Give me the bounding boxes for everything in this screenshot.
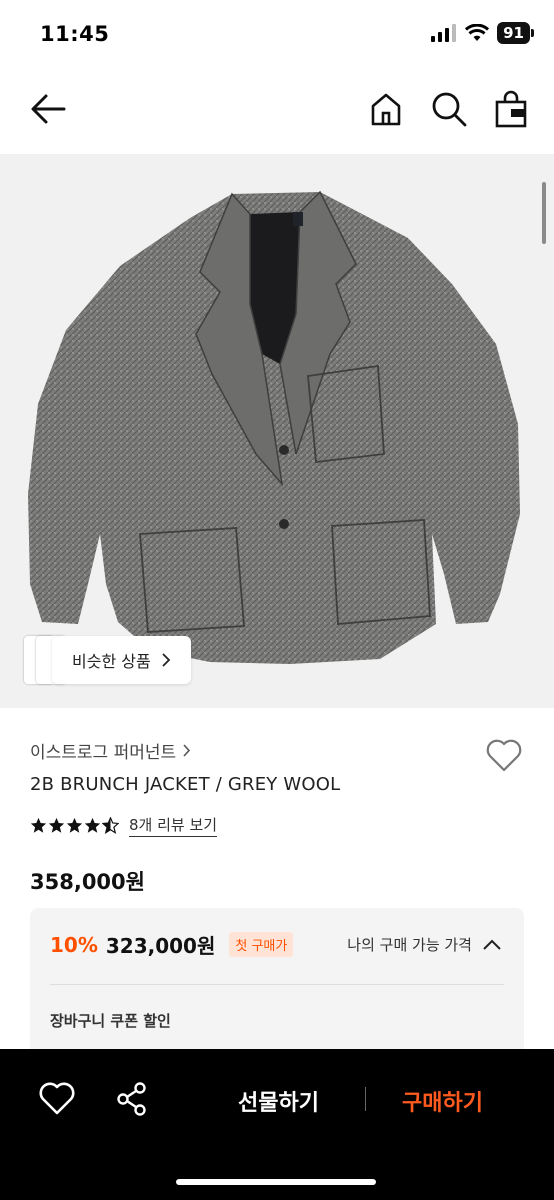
half-star-icon: [102, 817, 119, 834]
back-arrow-icon[interactable]: [28, 92, 68, 126]
jacket-illustration: [28, 190, 520, 664]
buy-button[interactable]: 구매하기: [402, 1085, 483, 1117]
shopping-bag-icon[interactable]: [494, 90, 528, 128]
image-scroll-indicator: [542, 182, 546, 244]
star-icon: [30, 817, 47, 833]
home-icon[interactable]: [368, 90, 404, 128]
brand-link[interactable]: 이스트로그 퍼머넌트: [30, 738, 191, 763]
gift-button[interactable]: 선물하기: [238, 1085, 319, 1117]
discount-percent: 10%: [50, 932, 98, 957]
star-icon: [48, 817, 65, 833]
available-price-label: 나의 구매 가능 가격: [347, 936, 472, 954]
battery-indicator: 91: [497, 22, 534, 44]
home-indicator: [176, 1179, 376, 1185]
cart-coupon-label: 장바구니 쿠폰 할인: [50, 1012, 171, 1030]
similar-products-button[interactable]: 비슷한 상품: [52, 636, 191, 684]
brand-name: 이스트로그 퍼머넌트: [30, 743, 177, 763]
like-heart-icon[interactable]: [38, 1081, 76, 1117]
status-bar: 11:45 91: [0, 0, 554, 66]
bottom-action-bar: 선물하기 구매하기: [0, 1049, 554, 1200]
chevron-up-icon: [483, 939, 501, 950]
chevron-right-icon: [162, 653, 170, 667]
search-icon[interactable]: [430, 90, 468, 128]
available-price-toggle[interactable]: 나의 구매 가능 가격: [347, 934, 502, 955]
status-icons: 91: [431, 22, 534, 44]
product-image[interactable]: 비슷한 상품: [0, 154, 554, 708]
star-rating: [30, 817, 119, 834]
price-benefit-card: 10% 323,000원 첫 구매가 나의 구매 가능 가격 장바구니 쿠폰 할…: [30, 908, 524, 1058]
wifi-icon: [465, 24, 490, 41]
star-icon: [84, 817, 101, 833]
star-icon: [66, 817, 83, 833]
share-icon[interactable]: [114, 1081, 150, 1117]
first-purchase-badge: 첫 구매가: [229, 932, 294, 957]
rating-row: 8개 리뷰 보기: [30, 814, 218, 837]
review-link[interactable]: 8개 리뷰 보기: [129, 814, 218, 837]
nav-bar: [0, 76, 554, 142]
similar-products-label: 비슷한 상품: [72, 652, 151, 671]
status-time: 11:45: [40, 22, 110, 46]
chevron-right-icon: [183, 744, 191, 757]
discount-price: 323,000원: [105, 934, 216, 958]
divider: [50, 984, 504, 985]
product-title: 2B BRUNCH JACKET / GREY WOOL: [30, 774, 341, 795]
discount-row: 10% 323,000원 첫 구매가: [50, 930, 294, 959]
original-price: 358,000원: [30, 870, 145, 894]
signal-icon: [431, 24, 457, 42]
divider: [365, 1087, 366, 1111]
wishlist-heart-icon[interactable]: [484, 736, 524, 774]
